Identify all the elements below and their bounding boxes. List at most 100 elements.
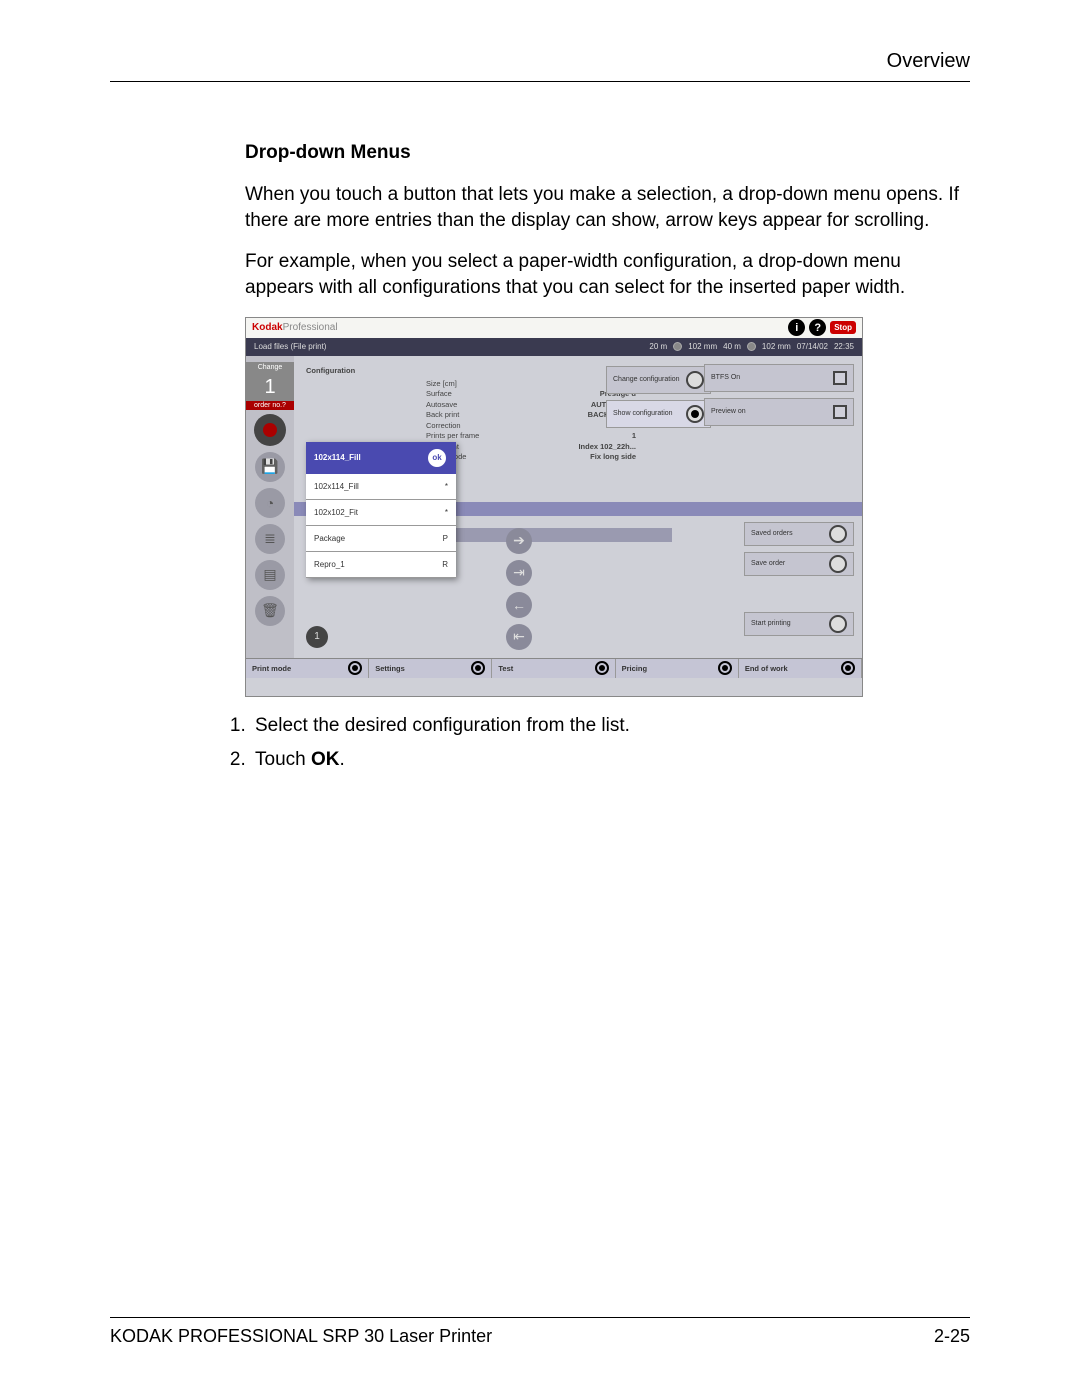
nav-label: Test: [498, 664, 513, 673]
dot-icon: [348, 661, 362, 675]
dropdown-item[interactable]: Package P: [306, 526, 456, 552]
dropdown-item-label: 102x114_Fill: [314, 482, 359, 491]
nav-pricing[interactable]: Pricing: [616, 659, 739, 678]
step-2: Touch OK.: [251, 745, 965, 775]
nav-test[interactable]: Test: [492, 659, 615, 678]
dropdown-item[interactable]: 102x102_Fit *: [306, 500, 456, 526]
slot-badge: 1: [306, 626, 328, 648]
dropdown-item-mark: R: [442, 560, 448, 569]
radio-icon: [829, 555, 847, 573]
dropdown-item-mark: *: [445, 508, 448, 517]
app-titlebar: Kodak Professional i ? Stop: [246, 318, 862, 338]
dropdown-item[interactable]: Repro_1 R: [306, 552, 456, 578]
dot-icon: [595, 661, 609, 675]
dropdown-ok-button[interactable]: ok: [426, 447, 448, 469]
brand-professional: Professional: [283, 322, 338, 333]
step2-text-c: .: [339, 749, 344, 770]
nav-print-mode[interactable]: Print mode: [246, 659, 369, 678]
arrow-left-icon[interactable]: ←: [506, 592, 532, 618]
nav-label: End of work: [745, 664, 788, 673]
status-bar: Load files (File print) 20 m 102 mm 40 m…: [246, 338, 862, 356]
dropdown-selected: 102x114_Fill: [314, 453, 361, 462]
stop-button[interactable]: Stop: [830, 321, 856, 334]
step-1: Select the desired configuration from th…: [251, 711, 965, 741]
arrow-right-icon[interactable]: ➔: [506, 528, 532, 554]
footer-product: KODAK PROFESSIONAL SRP 30 Laser Printer: [110, 1326, 492, 1347]
save-order-label: Save order: [751, 560, 785, 567]
start-printing-button[interactable]: Start printing: [744, 612, 854, 636]
status-title: Load files (File print): [254, 342, 326, 351]
help-icon[interactable]: ?: [809, 319, 826, 336]
gray-stripe: [456, 528, 672, 542]
header-section: Overview: [110, 50, 970, 81]
arrow-right-end-icon[interactable]: ⇥: [506, 560, 532, 586]
footer-page-number: 2-25: [934, 1326, 970, 1347]
nav-label: Pricing: [622, 664, 647, 673]
mid-buttons: Change configuration Show configuration: [606, 366, 711, 434]
dropdown-header: 102x114_Fill ok: [306, 442, 456, 474]
save-icon[interactable]: 💾: [255, 452, 285, 482]
step2-text-a: Touch: [255, 749, 311, 770]
preview-label: Preview on: [711, 408, 746, 415]
left-sidebar: Change 1 order no.? 💾 ◔ ≣ ▤ 🗑: [246, 356, 294, 678]
screen-icon[interactable]: ▤: [255, 560, 285, 590]
saved-orders-label: Saved orders: [751, 530, 793, 537]
dot-icon: [718, 661, 732, 675]
steps-list: Select the desired configuration from th…: [251, 711, 965, 776]
save-order-button[interactable]: Save order: [744, 552, 854, 576]
status-roll1-len: 20 m: [649, 342, 667, 351]
status-roll2-len: 40 m: [723, 342, 741, 351]
dot-icon: [471, 661, 485, 675]
saved-orders-button[interactable]: Saved orders: [744, 522, 854, 546]
dropdown-item-label: Repro_1: [314, 560, 345, 569]
dropdown-item-label: 102x102_Fit: [314, 508, 358, 517]
status-date: 07/14/02: [797, 342, 828, 351]
cfg-backprint-label: Back print: [426, 410, 546, 421]
radio-icon: [686, 371, 704, 389]
brand-kodak: Kodak: [252, 322, 283, 333]
show-config-button[interactable]: Show configuration: [606, 400, 711, 428]
cfg-correction-label: Correction: [426, 421, 546, 432]
cfg-size-label: Size [cm]: [426, 379, 546, 390]
section-title: Drop-down Menus: [245, 142, 965, 164]
record-icon[interactable]: [254, 414, 286, 446]
cfg-ppf-label: Prints per frame: [426, 431, 546, 442]
side-order-label: order no.?: [246, 401, 294, 410]
cfg-autosave-label: Autosave: [426, 400, 546, 411]
radio-icon: [829, 615, 847, 633]
cfg-index-val: Index 102_22h...: [546, 442, 636, 453]
show-config-label: Show configuration: [613, 410, 673, 417]
config-dropdown: 102x114_Fill ok 102x114_Fill * 102x102_F…: [306, 442, 456, 578]
trash-icon[interactable]: 🗑: [255, 596, 285, 626]
btfs-label: BTFS On: [711, 374, 740, 381]
preview-button[interactable]: Preview on: [704, 398, 854, 426]
roll-icon: [747, 342, 756, 351]
nav-settings[interactable]: Settings: [369, 659, 492, 678]
list-icon[interactable]: ≣: [255, 524, 285, 554]
dropdown-item[interactable]: 102x114_Fill *: [306, 474, 456, 500]
footer-rule: [110, 1317, 970, 1318]
btfs-button[interactable]: BTFS On: [704, 364, 854, 392]
radio-icon: [686, 405, 704, 423]
status-time: 22:35: [834, 342, 854, 351]
arrow-left-end-icon[interactable]: ⇤: [506, 624, 532, 650]
cfg-surface-label: Surface: [426, 389, 546, 400]
change-config-button[interactable]: Change configuration: [606, 366, 711, 394]
status-roll1-mm: 102 mm: [688, 342, 717, 351]
dot-icon: [841, 661, 855, 675]
paragraph-1: When you touch a button that lets you ma…: [245, 182, 965, 233]
screenshot-panel: Kodak Professional i ? Stop Load files (…: [245, 317, 863, 697]
radio-icon: [829, 525, 847, 543]
clock-icon[interactable]: ◔: [255, 488, 285, 518]
status-roll2-mm: 102 mm: [762, 342, 791, 351]
cfg-fill-val: Fix long side: [546, 452, 636, 463]
bottom-nav: Print mode Settings Test Pricing End of …: [246, 658, 862, 678]
change-config-label: Change configuration: [613, 376, 680, 383]
nav-end-of-work[interactable]: End of work: [739, 659, 862, 678]
dropdown-item-mark: P: [443, 534, 448, 543]
nav-label: Print mode: [252, 664, 291, 673]
info-icon[interactable]: i: [788, 319, 805, 336]
dropdown-item-label: Package: [314, 534, 345, 543]
square-icon: [833, 405, 847, 419]
header-rule: [110, 81, 970, 82]
